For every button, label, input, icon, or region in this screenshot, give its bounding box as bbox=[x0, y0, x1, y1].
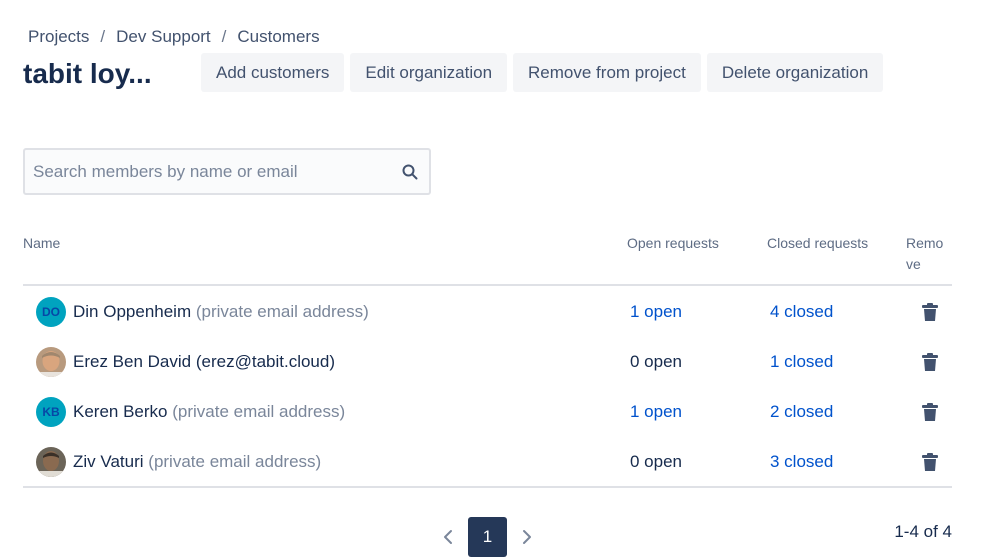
breadcrumb: Projects / Dev Support / Customers bbox=[28, 27, 320, 47]
table-row: Ziv Vaturi (private email address) 0 ope… bbox=[23, 437, 952, 487]
customer-email: (private email address) bbox=[172, 402, 346, 421]
pagination-range: 1-4 of 4 bbox=[894, 522, 952, 541]
avatar bbox=[36, 347, 66, 377]
trash-icon[interactable] bbox=[921, 452, 939, 472]
column-header-closed-requests: Closed requests bbox=[767, 235, 869, 251]
customer-name-cell: Erez Ben David (erez@tabit.cloud) bbox=[73, 352, 335, 372]
column-header-open-requests: Open requests bbox=[627, 235, 719, 251]
avatar-photo bbox=[36, 447, 66, 477]
closed-requests-link[interactable]: 2 closed bbox=[770, 402, 833, 422]
column-header-remove-line2: ve bbox=[906, 256, 921, 272]
edit-organization-button[interactable]: Edit organization bbox=[350, 53, 508, 92]
customer-name-cell: Din Oppenheim (private email address) bbox=[73, 302, 369, 322]
search-box bbox=[23, 148, 431, 195]
remove-from-project-button[interactable]: Remove from project bbox=[513, 53, 701, 92]
closed-requests-link[interactable]: 4 closed bbox=[770, 302, 833, 322]
open-requests-link[interactable]: 1 open bbox=[630, 302, 682, 322]
avatar-photo bbox=[36, 347, 66, 377]
column-header-remove: Remo ve bbox=[906, 233, 943, 275]
breadcrumb-dev-support[interactable]: Dev Support bbox=[116, 27, 211, 47]
chevron-left-icon[interactable] bbox=[441, 527, 455, 547]
avatar: DO bbox=[36, 297, 66, 327]
avatar bbox=[36, 447, 66, 477]
search-input[interactable] bbox=[25, 150, 385, 193]
action-bar: Add customers Edit organization Remove f… bbox=[201, 53, 889, 92]
breadcrumb-separator: / bbox=[221, 27, 227, 46]
breadcrumb-separator: / bbox=[100, 27, 106, 46]
customer-name: Din Oppenheim bbox=[73, 302, 192, 321]
breadcrumb-projects[interactable]: Projects bbox=[28, 27, 89, 47]
table-footer-divider bbox=[23, 486, 952, 488]
table-row: DO Din Oppenheim (private email address)… bbox=[23, 287, 952, 337]
table-header-divider bbox=[23, 284, 952, 286]
customer-name-cell: Ziv Vaturi (private email address) bbox=[73, 452, 321, 472]
column-header-name: Name bbox=[23, 235, 61, 251]
closed-requests-link[interactable]: 3 closed bbox=[770, 452, 833, 472]
page-title: tabit loy... bbox=[23, 58, 152, 89]
customer-email: (erez@tabit.cloud) bbox=[195, 352, 336, 371]
delete-organization-button[interactable]: Delete organization bbox=[706, 53, 884, 92]
add-customers-button[interactable]: Add customers bbox=[201, 53, 345, 92]
customer-email: (private email address) bbox=[195, 302, 369, 321]
column-header-remove-line1: Remo bbox=[906, 235, 944, 251]
customer-name: Erez Ben David bbox=[73, 352, 192, 371]
table-row: Erez Ben David (erez@tabit.cloud) 0 open… bbox=[23, 337, 952, 387]
breadcrumb-customers[interactable]: Customers bbox=[237, 27, 319, 47]
trash-icon[interactable] bbox=[921, 402, 939, 422]
trash-icon[interactable] bbox=[921, 302, 939, 322]
open-requests-count: 0 open bbox=[630, 352, 682, 371]
pagination-page-button[interactable]: 1 bbox=[468, 517, 507, 557]
closed-requests-link[interactable]: 1 closed bbox=[770, 352, 833, 372]
customer-name-cell: Keren Berko (private email address) bbox=[73, 402, 345, 422]
trash-icon[interactable] bbox=[921, 352, 939, 372]
chevron-right-icon[interactable] bbox=[520, 527, 534, 547]
table-row: KB Keren Berko (private email address) 1… bbox=[23, 387, 952, 437]
customer-email: (private email address) bbox=[148, 452, 322, 471]
search-icon[interactable] bbox=[401, 163, 419, 181]
avatar: KB bbox=[36, 397, 66, 427]
open-requests-count: 0 open bbox=[630, 452, 682, 471]
open-requests-link[interactable]: 1 open bbox=[630, 402, 682, 422]
customer-name: Ziv Vaturi bbox=[73, 452, 144, 471]
customer-name: Keren Berko bbox=[73, 402, 168, 421]
